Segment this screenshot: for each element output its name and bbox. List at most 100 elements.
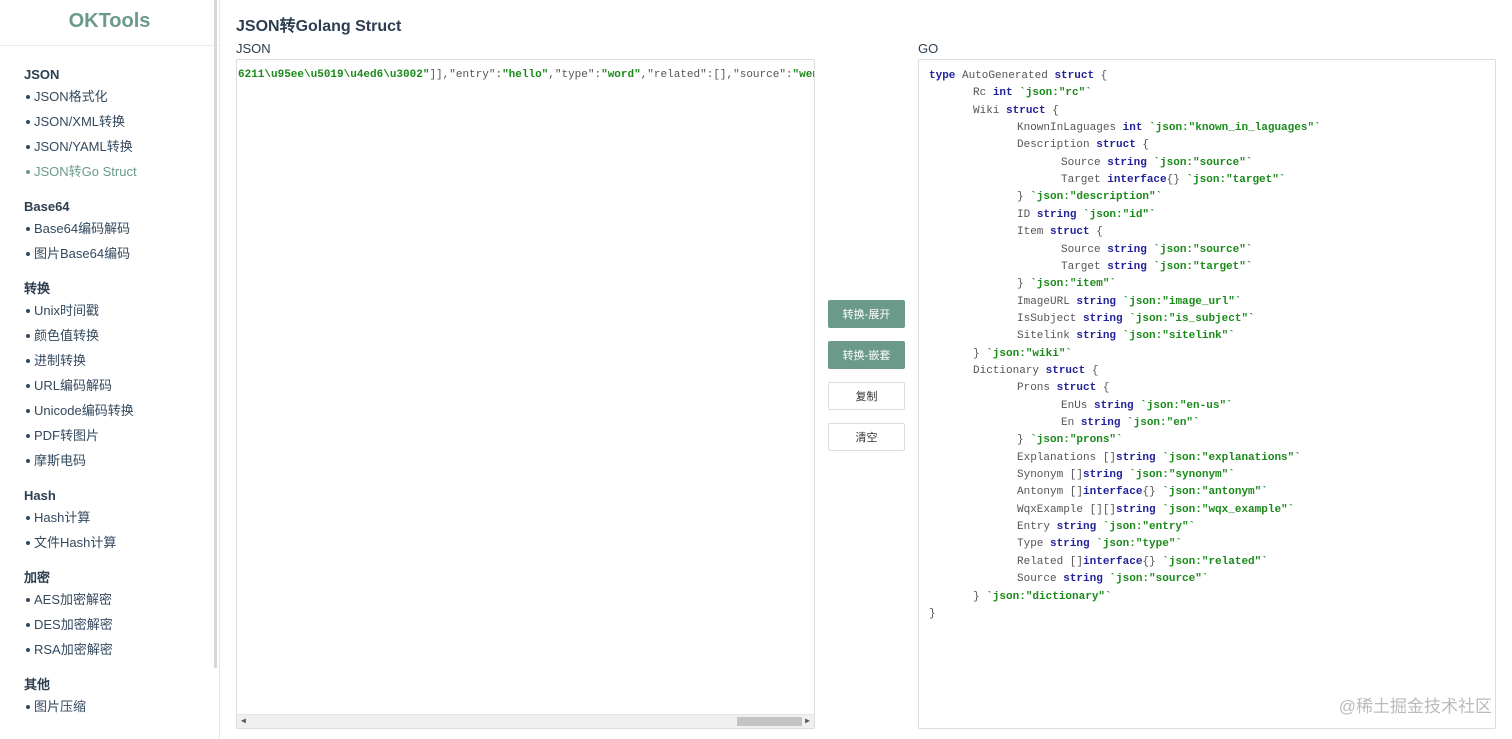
go-output-editor[interactable]: type AutoGenerated struct { Rc int `json:… (918, 59, 1496, 729)
code-token: { (1085, 364, 1099, 377)
json-token: "wenquxing" (792, 69, 814, 81)
code-token: type (929, 70, 956, 82)
code-token: struct (1096, 139, 1136, 152)
json-token: ,"related":[],"source": (640, 69, 793, 81)
code-token: string (1116, 451, 1156, 464)
scrollbar-thumb[interactable] (737, 717, 802, 726)
go-code-line: } `json:"dictionary"` (973, 589, 1112, 606)
code-token: Prons (1017, 382, 1057, 395)
scroll-right-icon[interactable]: ▶ (805, 716, 810, 726)
code-token: string (1083, 312, 1123, 325)
code-token: { (1135, 139, 1150, 152)
go-code-line: Explanations []string `json:"explanation… (1017, 450, 1301, 467)
code-token: struct (1045, 364, 1086, 377)
json-token: ]],"entry": (429, 69, 503, 81)
code-token: Type (1017, 538, 1051, 551)
json-input-editor[interactable]: 6211\u95ee\u5019\u4ed6\u3002"]],"entry":… (236, 59, 815, 729)
code-token: string (1107, 243, 1147, 256)
nav-item[interactable]: 颜色值转换 (24, 323, 219, 348)
code-token: string (1094, 399, 1134, 412)
nav-item[interactable]: AES加密解密 (24, 587, 219, 612)
code-token: } (929, 607, 936, 620)
nav-item[interactable]: Base64编码解码 (24, 216, 219, 241)
nav-item[interactable]: 进制转换 (24, 348, 219, 373)
code-token: int (992, 87, 1013, 100)
nav-item[interactable]: 图片Base64编码 (24, 241, 219, 266)
json-token: "hello" (502, 69, 549, 81)
go-code-line: Dictionary struct { (973, 363, 1098, 380)
go-code-line: Description struct { (1017, 137, 1149, 154)
nav-item[interactable]: 摩斯电码 (24, 448, 219, 473)
code-token: `json:"item"` (1023, 278, 1117, 291)
code-token: struct (1006, 104, 1046, 117)
nav-item[interactable]: Unicode编码转换 (24, 398, 219, 423)
page-title: JSON转Golang Struct (236, 18, 402, 35)
nav-item[interactable]: JSON转Go Struct (24, 159, 219, 184)
go-code-line: IsSubject string `json:"is_subject"` (1017, 311, 1255, 328)
code-token: `json:"antonym"` (1155, 486, 1268, 499)
nav-item[interactable]: JSON/YAML转换 (24, 134, 219, 159)
clear-button[interactable]: 清空 (828, 423, 905, 451)
go-code-line: Target string `json:"target"` (1061, 259, 1252, 276)
code-token: interface (1107, 174, 1167, 187)
code-token: En (1061, 417, 1081, 429)
code-token: string (1083, 469, 1123, 482)
go-label: GO (918, 41, 939, 56)
go-code-line: } `json:"item"` (1017, 276, 1116, 293)
nav-item[interactable]: Hash计算 (24, 505, 219, 530)
code-token: Dictionary (973, 364, 1046, 377)
nav-item[interactable]: 图片压缩 (24, 694, 219, 719)
go-code-line: } `json:"description"` (1017, 189, 1162, 206)
nav-item[interactable]: JSON格式化 (24, 84, 219, 109)
code-token: string (1116, 503, 1156, 516)
logo[interactable]: OKTools (0, 0, 219, 46)
code-token: `json:"synonym"` (1122, 469, 1235, 482)
nav-item[interactable]: JSON/XML转换 (24, 109, 219, 134)
nav-item[interactable]: 文件Hash计算 (24, 530, 219, 555)
code-token: string (1076, 330, 1117, 343)
copy-button[interactable]: 复制 (828, 382, 905, 410)
nav-item[interactable]: Unix时间戳 (24, 298, 219, 323)
code-token: Related [] (1017, 555, 1084, 568)
code-token: string (1080, 417, 1121, 429)
code-token: `json:"wiki"` (979, 347, 1073, 360)
code-token: } (1017, 191, 1024, 204)
code-token: struct (1050, 226, 1090, 239)
code-token: `json:"source"` (1146, 243, 1253, 256)
nav-item[interactable]: RSA加密解密 (24, 637, 219, 662)
code-token: `json:"related"` (1155, 555, 1268, 568)
go-code-line: Synonym []string `json:"synonym"` (1017, 467, 1235, 484)
code-token: { (1045, 104, 1059, 117)
code-token: Rc (973, 87, 993, 100)
sidebar-scrollbar[interactable] (214, 0, 217, 668)
json-label: JSON (236, 41, 271, 56)
go-code-line: ImageURL string `json:"image_url"` (1017, 294, 1241, 311)
nav-section-title: Hash (24, 488, 56, 503)
watermark: @稀土掘金技术社区 (1338, 697, 1492, 716)
nav-section-title: 转换 (24, 281, 51, 296)
convert-nested-button[interactable]: 转换-嵌套 (828, 341, 905, 369)
scroll-left-icon[interactable]: ◀ (241, 716, 246, 726)
code-token: Antonym [] (1017, 486, 1084, 499)
code-token: `json:"en-us"` (1133, 399, 1233, 412)
go-code-line: KnownInLaguages int `json:"known_in_lagu… (1017, 120, 1321, 137)
code-token: KnownInLaguages (1017, 122, 1123, 135)
go-code-line: Source string `json:"source"` (1017, 571, 1208, 588)
code-token: { (1096, 382, 1110, 395)
code-token: EnUs (1061, 399, 1095, 412)
code-token: Target (1061, 174, 1108, 187)
nav-item[interactable]: URL编码解码 (24, 373, 219, 398)
code-token: Source (1017, 573, 1064, 586)
go-code-line: Antonym []interface{} `json:"antonym"` (1017, 484, 1268, 501)
code-token: `json:"source"` (1102, 573, 1209, 586)
convert-expand-button[interactable]: 转换-展开 (828, 300, 905, 328)
code-token: Wiki (973, 104, 1007, 117)
code-token: } (1017, 278, 1024, 291)
horizontal-scrollbar[interactable]: ◀ ▶ (237, 714, 814, 728)
code-token: Synonym [] (1017, 469, 1084, 482)
json-token: "word" (601, 69, 641, 81)
code-token: struct (1054, 70, 1095, 82)
nav-item[interactable]: DES加密解密 (24, 612, 219, 637)
nav-item[interactable]: PDF转图片 (24, 423, 219, 448)
go-code-line: type AutoGenerated struct { (929, 68, 1107, 85)
